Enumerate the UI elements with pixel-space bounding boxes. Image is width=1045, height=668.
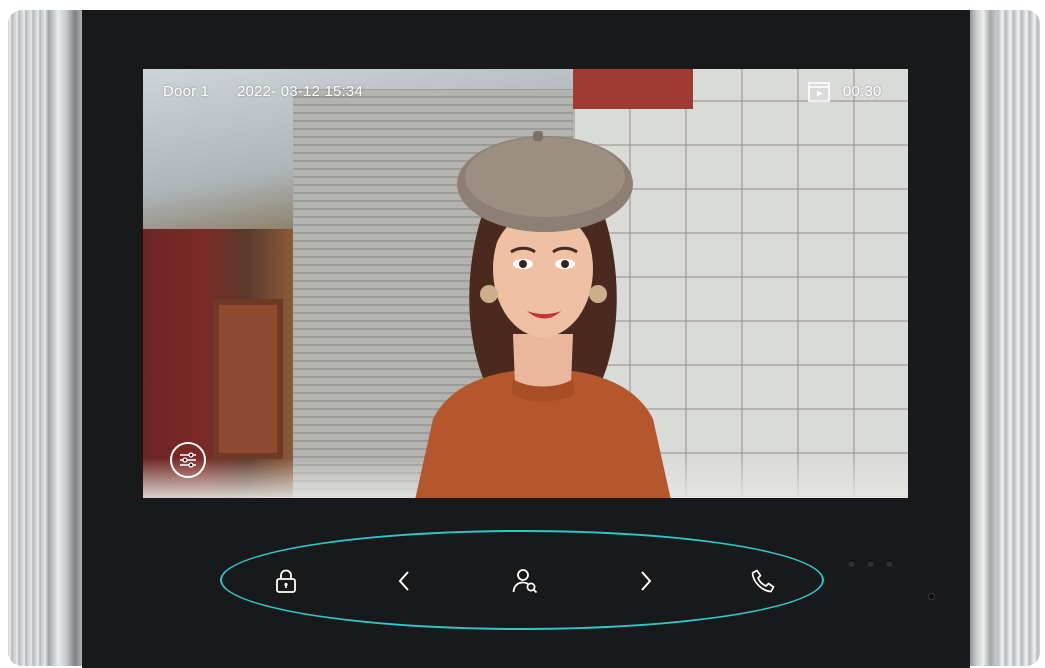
call-timer: 00:30 (843, 83, 882, 100)
phone-icon (751, 569, 775, 593)
settings-button[interactable] (170, 442, 206, 478)
video-feed-screen[interactable]: Door 1 2022- 03-12 15:34 00:30 (143, 69, 908, 498)
metal-trim-left (8, 10, 82, 666)
monitor-button[interactable] (507, 563, 543, 599)
microphone-hole (928, 593, 935, 600)
chevron-right-icon (641, 571, 652, 591)
call-button[interactable] (745, 563, 781, 599)
previous-button[interactable] (386, 563, 422, 599)
date-time-display: 2022- 03-12 15:34 (237, 83, 364, 100)
next-button[interactable] (628, 563, 664, 599)
video-clip-icon (808, 82, 830, 102)
user-search-icon (512, 569, 538, 594)
lock-icon (276, 569, 296, 593)
chevron-left-icon (398, 571, 409, 591)
door-label: Door 1 (163, 83, 210, 100)
indicator-led-3 (886, 560, 893, 567)
visitor-image (415, 131, 671, 498)
indicator-led-1 (848, 560, 855, 567)
sliders-settings-icon (180, 452, 196, 468)
indicator-led-2 (867, 560, 874, 567)
metal-trim-right (968, 10, 1040, 666)
unlock-button[interactable] (268, 563, 304, 599)
